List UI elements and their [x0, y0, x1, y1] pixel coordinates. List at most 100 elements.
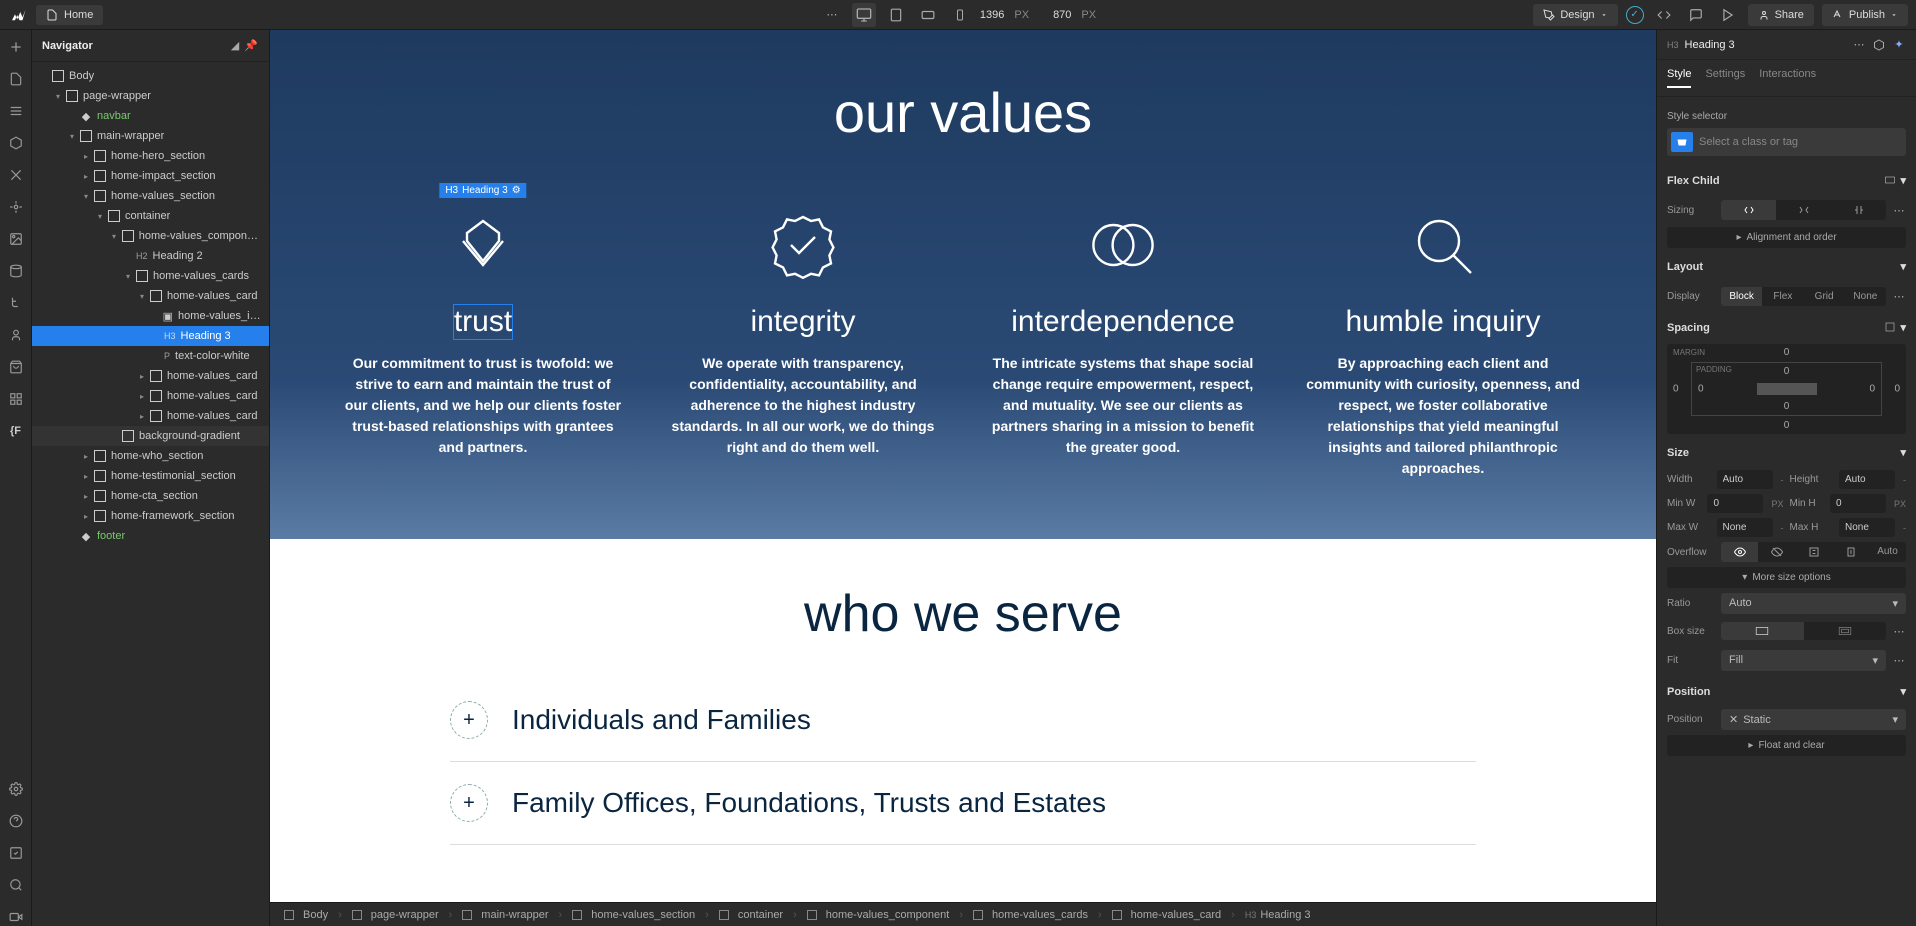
search-icon[interactable] — [7, 876, 25, 894]
tree-item-home-values-card[interactable]: ▸home-values_card — [32, 406, 269, 426]
help-icon[interactable] — [7, 812, 25, 830]
overflow-scroll-icon[interactable] — [1795, 542, 1832, 562]
plus-icon[interactable]: + — [450, 784, 488, 822]
tree-item-home-cta-section[interactable]: ▸home-cta_section — [32, 486, 269, 506]
tree-item-home-values-card[interactable]: ▸home-values_card — [32, 386, 269, 406]
components-icon[interactable] — [7, 134, 25, 152]
class-selector-input[interactable]: Select a class or tag — [1667, 128, 1906, 156]
mobile-portrait-icon[interactable] — [948, 3, 972, 27]
code-icon[interactable] — [1652, 3, 1676, 27]
tree-item-footer[interactable]: ◆footer — [32, 526, 269, 546]
value-card-interdependence[interactable]: interdependence The intricate systems tha… — [983, 205, 1263, 479]
tree-item-home-impact-section[interactable]: ▸home-impact_section — [32, 166, 269, 186]
design-canvas[interactable]: our values H3 Heading 3 ⚙trustOur commit… — [270, 30, 1656, 902]
more-icon[interactable]: ⋯ — [820, 3, 844, 27]
value-text[interactable]: We operate with transparency, confidenti… — [663, 353, 943, 458]
pages-icon[interactable] — [7, 70, 25, 88]
height-input[interactable] — [1839, 470, 1895, 489]
variables-icon[interactable] — [7, 166, 25, 184]
tree-item-page-wrapper[interactable]: ▾page-wrapper — [32, 86, 269, 106]
values-heading[interactable]: our values — [310, 80, 1616, 145]
fit-more-icon[interactable]: ⋯ — [1892, 648, 1906, 672]
sizing-segmented[interactable] — [1721, 200, 1886, 220]
breadcrumb-item[interactable]: Body — [278, 909, 334, 921]
display-option-grid[interactable]: Grid — [1804, 287, 1845, 306]
more-size-button[interactable]: ▾More size options — [1667, 567, 1906, 588]
content-box-icon[interactable] — [1804, 622, 1887, 640]
settings-icon[interactable] — [7, 780, 25, 798]
grow-icon[interactable] — [1776, 200, 1831, 220]
breadcrumb-item[interactable]: home-values_card — [1106, 909, 1228, 921]
value-heading[interactable]: interdependence — [1011, 305, 1235, 339]
accordion-item[interactable]: +Individuals and Families — [450, 679, 1476, 762]
spacing-editor[interactable]: MARGIN 0 0 0 0 PADDING 0 0 0 0 — [1667, 344, 1906, 434]
tree-item-background-gradient[interactable]: background-gradient — [32, 426, 269, 446]
size-panel-header[interactable]: Size▾ — [1667, 438, 1906, 465]
share-button[interactable]: Share — [1748, 4, 1814, 26]
add-element-icon[interactable] — [7, 38, 25, 56]
value-card-humble inquiry[interactable]: humble inquiryBy approaching each client… — [1303, 205, 1583, 479]
assets-icon[interactable] — [7, 230, 25, 248]
tree-item-container[interactable]: ▾container — [32, 206, 269, 226]
tree-item-home-hero-section[interactable]: ▸home-hero_section — [32, 146, 269, 166]
component-create-icon[interactable] — [1872, 33, 1886, 57]
apps-icon[interactable] — [7, 390, 25, 408]
alignment-order-button[interactable]: ▸Alignment and order — [1667, 227, 1906, 248]
mobile-landscape-icon[interactable] — [916, 3, 940, 27]
ecommerce-icon[interactable] — [7, 358, 25, 376]
users-icon[interactable] — [7, 326, 25, 344]
display-segmented[interactable]: BlockFlexGridNone — [1721, 287, 1886, 306]
value-heading[interactable]: integrity — [750, 305, 855, 339]
breadcrumb-item[interactable]: page-wrapper — [346, 909, 445, 921]
ai-icon[interactable]: ✦ — [1892, 33, 1906, 57]
breadcrumb-item[interactable]: H3Heading 3 — [1239, 909, 1317, 921]
webflow-logo[interactable] — [8, 5, 28, 25]
tree-item-home-values-cards[interactable]: ▾home-values_cards — [32, 266, 269, 286]
publish-button[interactable]: Publish — [1822, 4, 1908, 26]
element-more-icon[interactable]: ⋯ — [1852, 33, 1866, 57]
tree-item-home-framework-section[interactable]: ▸home-framework_section — [32, 506, 269, 526]
display-more-icon[interactable]: ⋯ — [1892, 284, 1906, 308]
cms-icon[interactable] — [7, 262, 25, 280]
tree-item-home-values-section[interactable]: ▾home-values_section — [32, 186, 269, 206]
navigator-tree[interactable]: Body▾page-wrapper◆navbar▾main-wrapper▸ho… — [32, 62, 269, 926]
position-panel-header[interactable]: Position▾ — [1667, 677, 1906, 704]
tree-item-home-who-section[interactable]: ▸home-who_section — [32, 446, 269, 466]
tree-item-home-values-ima-[interactable]: ▣home-values_ima... — [32, 306, 269, 326]
design-mode-button[interactable]: Design — [1533, 4, 1617, 26]
canvas-width[interactable]: 1396 — [980, 9, 1004, 21]
inspector-tab-style[interactable]: Style — [1667, 68, 1691, 88]
inspector-tab-interactions[interactable]: Interactions — [1759, 68, 1816, 88]
flex-child-panel-header[interactable]: Flex Child ▾ — [1667, 166, 1906, 193]
spacing-panel-header[interactable]: Spacing ▾ — [1667, 313, 1906, 340]
overflow-hidden-icon[interactable] — [1758, 542, 1795, 562]
tree-item-home-values-card[interactable]: ▾home-values_card — [32, 286, 269, 306]
breadcrumb-item[interactable]: main-wrapper — [456, 909, 554, 921]
preview-icon[interactable] — [1716, 3, 1740, 27]
sizing-more-icon[interactable]: ⋯ — [1892, 198, 1906, 222]
position-select[interactable]: ✕Static▾ — [1721, 709, 1906, 730]
page-selector[interactable]: Home — [36, 5, 103, 25]
tree-item-heading-2[interactable]: H2Heading 2 — [32, 246, 269, 266]
overflow-segmented[interactable]: Auto — [1721, 542, 1906, 562]
layout-panel-header[interactable]: Layout▾ — [1667, 252, 1906, 279]
border-box-icon[interactable] — [1721, 622, 1804, 640]
breadcrumb-item[interactable]: home-values_section — [566, 909, 701, 921]
value-text[interactable]: The intricate systems that shape social … — [983, 353, 1263, 458]
float-clear-button[interactable]: ▸Float and clear — [1667, 735, 1906, 756]
overflow-scroll-y-icon[interactable] — [1832, 542, 1869, 562]
pin-icon[interactable]: 📌 — [243, 38, 259, 54]
maxw-input[interactable] — [1717, 518, 1773, 537]
audit-icon[interactable] — [7, 844, 25, 862]
display-option-flex[interactable]: Flex — [1762, 287, 1803, 306]
shrink-icon[interactable] — [1721, 200, 1776, 220]
display-option-block[interactable]: Block — [1721, 287, 1762, 306]
logic-icon[interactable] — [7, 294, 25, 312]
minw-input[interactable] — [1707, 494, 1763, 513]
status-ok-icon[interactable]: ✓ — [1626, 6, 1644, 24]
breadcrumb-item[interactable]: container — [713, 909, 789, 921]
tree-item-navbar[interactable]: ◆navbar — [32, 106, 269, 126]
finsweet-icon[interactable]: {F — [7, 422, 25, 440]
tree-item-home-values-card[interactable]: ▸home-values_card — [32, 366, 269, 386]
tree-item-home-testimonial-section[interactable]: ▸home-testimonial_section — [32, 466, 269, 486]
